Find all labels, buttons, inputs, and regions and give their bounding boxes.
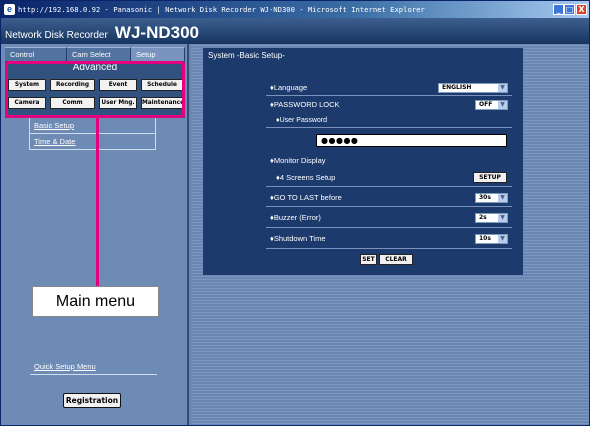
recording-button[interactable]: Recording [50, 79, 95, 91]
clear-button[interactable]: CLEAR [379, 254, 413, 265]
callout-line [96, 118, 99, 286]
chevron-down-icon: ▼ [498, 194, 507, 202]
set-button[interactable]: SET [360, 254, 377, 265]
system-button[interactable]: System [8, 79, 46, 91]
user-password-label: ♦User Password [276, 117, 328, 124]
minimize-button[interactable]: _ [553, 4, 564, 15]
tab-cam-select[interactable]: Cam Select [67, 47, 131, 61]
close-button[interactable]: X [576, 4, 587, 15]
language-select[interactable]: ENGLISH ▼ [438, 83, 508, 93]
ie-icon: e [4, 4, 15, 15]
main-menu-callout: Main menu [32, 286, 159, 317]
password-lock-select[interactable]: OFF ▼ [475, 100, 508, 110]
sidebar-item-time-date[interactable]: Time & Date [29, 134, 156, 150]
model-name: WJ-ND300 [114, 23, 199, 42]
buzzer-label: ♦Buzzer (Error) [270, 213, 321, 222]
panel-title: System -Basic Setup- [208, 51, 285, 60]
quick-setup-link[interactable]: Quick Setup Menu [34, 362, 96, 371]
go-to-last-value: 30s [479, 194, 491, 201]
chevron-down-icon: ▼ [498, 101, 507, 109]
language-label: ♦Language [270, 83, 308, 92]
schedule-button[interactable]: Schedule [141, 79, 183, 91]
user-mng-button[interactable]: User Mng. [99, 97, 137, 109]
tab-setup[interactable]: Setup [131, 47, 185, 61]
sidebar-item-basic-setup[interactable]: Basic Setup [29, 118, 156, 134]
shutdown-select[interactable]: 10s ▼ [475, 234, 508, 244]
registration-button[interactable]: Registration [63, 393, 121, 408]
four-screens-label: ♦4 Screens Setup [276, 173, 336, 182]
chevron-down-icon: ▼ [498, 235, 507, 243]
advanced-title: Advanced [72, 62, 118, 73]
window-title: http://192.168.0.92 - Panasonic | Networ… [18, 5, 425, 14]
browser-window: e http://192.168.0.92 - Panasonic | Netw… [0, 0, 590, 426]
tab-control[interactable]: Control [5, 47, 67, 61]
product-type: Network Disk Recorder [5, 30, 108, 41]
chevron-down-icon: ▼ [498, 84, 507, 92]
maximize-button[interactable]: □ [564, 4, 575, 15]
four-screens-setup-button[interactable]: SETUP [473, 172, 507, 183]
maintenance-button[interactable]: Maintenance [141, 97, 183, 109]
shutdown-label: ♦Shutdown Time [270, 234, 326, 243]
event-button[interactable]: Event [99, 79, 137, 91]
app-header: Network Disk Recorder WJ-ND300 [1, 18, 589, 44]
shutdown-value: 10s [479, 235, 491, 242]
divider [30, 374, 157, 375]
advanced-menu: Advanced System Recording Event Schedule… [5, 61, 185, 118]
buzzer-select[interactable]: 2s ▼ [475, 213, 508, 223]
go-to-last-label: ♦GO TO LAST before [270, 193, 342, 202]
buzzer-value: 2s [479, 214, 487, 221]
password-lock-value: OFF [479, 101, 493, 108]
password-lock-label: ♦PASSWORD LOCK [270, 100, 340, 109]
monitor-display-label: ♦Monitor Display [270, 156, 326, 165]
brand: Network Disk Recorder WJ-ND300 [5, 23, 199, 43]
chevron-down-icon: ▼ [498, 214, 507, 222]
go-to-last-select[interactable]: 30s ▼ [475, 193, 508, 203]
camera-button[interactable]: Camera [8, 97, 46, 109]
comm-button[interactable]: Comm [50, 97, 95, 109]
user-password-input[interactable]: ●●●●● [316, 134, 507, 147]
language-value: ENGLISH [442, 84, 472, 91]
title-bar: e http://192.168.0.92 - Panasonic | Netw… [1, 1, 589, 18]
